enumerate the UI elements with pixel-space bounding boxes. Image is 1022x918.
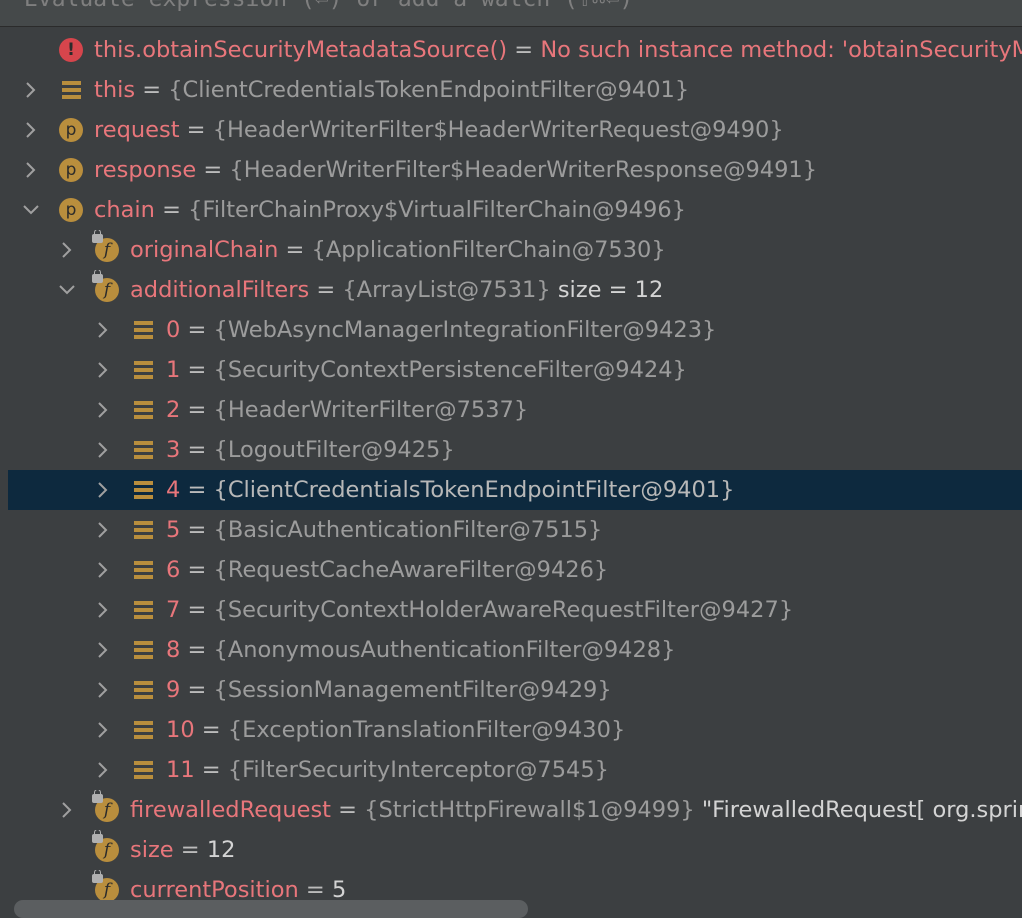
parameter-icon: p: [59, 158, 85, 184]
array-element-icon: [134, 641, 153, 660]
field-icon: [62, 81, 81, 100]
tree-row-element-0[interactable]: 0 = {WebAsyncManagerIntegrationFilter@94…: [0, 310, 1022, 350]
tree-row-element-5[interactable]: 5 = {BasicAuthenticationFilter@7515}: [0, 510, 1022, 550]
chevron-right-icon[interactable]: [22, 121, 40, 139]
tree-row-additionalFilters[interactable]: f additionalFilters = {ArrayList@7531} s…: [0, 270, 1022, 310]
chevron-right-icon[interactable]: [94, 361, 112, 379]
chevron-right-icon[interactable]: [58, 801, 76, 819]
array-element-icon: [134, 361, 153, 380]
tree-row-element-11[interactable]: 11 = {FilterSecurityInterceptor@7545}: [0, 750, 1022, 790]
chevron-right-icon[interactable]: [22, 161, 40, 179]
array-element-icon: [134, 681, 153, 700]
tree-row-element-1[interactable]: 1 = {SecurityContextPersistenceFilter@94…: [0, 350, 1022, 390]
tree-row-firewalledRequest[interactable]: f firewalledRequest = {StrictHttpFirewal…: [0, 790, 1022, 830]
chevron-right-icon[interactable]: [94, 641, 112, 659]
array-element-icon: [134, 441, 153, 460]
horizontal-scrollbar[interactable]: [14, 900, 528, 918]
tree-row-element-7[interactable]: 7 = {SecurityContextHolderAwareRequestFi…: [0, 590, 1022, 630]
tree-row-element-2[interactable]: 2 = {HeaderWriterFilter@7537}: [0, 390, 1022, 430]
chevron-right-icon[interactable]: [94, 561, 112, 579]
array-element-icon: [134, 561, 153, 580]
array-element-icon: [134, 521, 153, 540]
array-element-icon: [134, 321, 153, 340]
chevron-right-icon[interactable]: [94, 521, 112, 539]
field-icon: f: [92, 790, 121, 824]
chevron-right-icon[interactable]: [94, 321, 112, 339]
field-icon: f: [92, 230, 121, 264]
tree-row-element-9[interactable]: 9 = {SessionManagementFilter@9429}: [0, 670, 1022, 710]
tree-row-this[interactable]: this = {ClientCredentialsTokenEndpointFi…: [0, 70, 1022, 110]
tree-row-element-4-selected[interactable]: 4 = {ClientCredentialsTokenEndpointFilte…: [0, 470, 1022, 510]
tree-row-element-6[interactable]: 6 = {RequestCacheAwareFilter@9426}: [0, 550, 1022, 590]
chevron-right-icon[interactable]: [94, 761, 112, 779]
array-element-icon: [134, 481, 153, 500]
chevron-right-icon[interactable]: [94, 681, 112, 699]
error-icon: !: [59, 38, 85, 64]
array-element-icon: [134, 761, 153, 780]
tree-row-element-3[interactable]: 3 = {LogoutFilter@9425}: [0, 430, 1022, 470]
tree-row-request[interactable]: p request = {HeaderWriterFilter$HeaderWr…: [0, 110, 1022, 150]
parameter-icon: p: [59, 198, 85, 224]
chevron-right-icon[interactable]: [94, 601, 112, 619]
tree-row-originalChain[interactable]: f originalChain = {ApplicationFilterChai…: [0, 230, 1022, 270]
tree-row-response[interactable]: p response = {HeaderWriterFilter$HeaderW…: [0, 150, 1022, 190]
array-element-icon: [134, 601, 153, 620]
chevron-right-icon[interactable]: [94, 481, 112, 499]
chevron-down-icon[interactable]: [58, 281, 76, 299]
evaluate-expression-placeholder: Evaluate expression (⏎) or add a watch (…: [24, 0, 633, 12]
evaluate-expression-input[interactable]: Evaluate expression (⏎) or add a watch (…: [0, 0, 1022, 27]
parameter-icon: p: [59, 118, 85, 144]
array-element-icon: [134, 721, 153, 740]
tree-row-error[interactable]: ! this.obtainSecurityMetadataSource() = …: [0, 30, 1022, 70]
chevron-right-icon[interactable]: [94, 721, 112, 739]
tree-row-element-8[interactable]: 8 = {AnonymousAuthenticationFilter@9428}: [0, 630, 1022, 670]
variables-tree: ! this.obtainSecurityMetadataSource() = …: [0, 30, 1022, 910]
field-icon: f: [92, 270, 121, 304]
tree-row-chain[interactable]: p chain = {FilterChainProxy$VirtualFilte…: [0, 190, 1022, 230]
tree-row-size[interactable]: f size = 12: [0, 830, 1022, 870]
error-message: No such instance method: 'obtainSecurity…: [540, 37, 1022, 63]
tree-row-element-10[interactable]: 10 = {ExceptionTranslationFilter@9430}: [0, 710, 1022, 750]
chevron-right-icon[interactable]: [94, 441, 112, 459]
array-element-icon: [134, 401, 153, 420]
variable-name: this.obtainSecurityMetadataSource(): [94, 37, 508, 63]
chevron-down-icon[interactable]: [22, 201, 40, 219]
chevron-right-icon[interactable]: [94, 401, 112, 419]
chevron-right-icon[interactable]: [22, 81, 40, 99]
field-icon: f: [92, 830, 121, 864]
chevron-right-icon[interactable]: [58, 241, 76, 259]
